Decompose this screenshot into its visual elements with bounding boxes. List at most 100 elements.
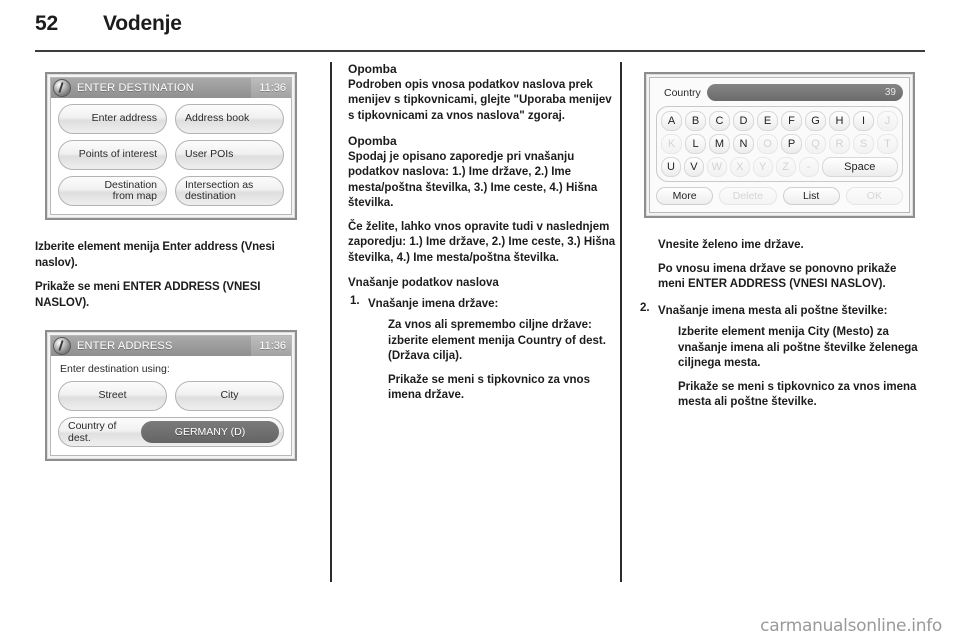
nav-button-row: Points of interest User POIs [58,140,284,170]
key-s: S [853,134,874,154]
keyboard-device-frame: Country 39 A B C D E F G H I J K L M N O… [644,72,915,218]
keyboard-input-label: Country [664,86,701,99]
key-k: K [661,134,682,154]
step-2-detail-2: Prikaže se meni s tipkovnico za vnos ime… [678,380,917,409]
key-t: T [877,134,898,154]
key-w: W [706,157,727,177]
header-rule [35,50,925,52]
field-label: Country of dest. [68,420,117,444]
keyboard-row-2: K L M N O P Q R S T [661,134,898,154]
column3-paragraph-1: Vnesite želeno ime države. [658,239,804,251]
key-i[interactable]: I [853,111,874,131]
list-item: 1. Vnašanje imena države: [348,294,620,313]
key-j: J [877,111,898,131]
menu-item-destination-from-map[interactable]: Destination from map [58,176,167,206]
column-two: Opomba Podroben opis vnosa podatkov nasl… [348,62,620,582]
key-u[interactable]: U [661,157,681,177]
column1-paragraph-1: Izberite element menija Enter address (V… [35,241,275,269]
device-body: Enter destination using: Street City Cou… [51,356,291,455]
content-columns: ENTER DESTINATION 11:36 Enter address Ad… [0,62,960,582]
note-2-body: Spodaj je opisano zaporedje pri vnašanju… [348,150,598,210]
keyboard-row-3: U V W X Y Z - Space [661,157,898,177]
menu-item-intersection-as-destination[interactable]: Intersection as destination [175,176,284,206]
note-2-body-alt: Če želite, lahko vnos opravite tudi v na… [348,220,616,264]
menu-item-points-of-interest[interactable]: Points of interest [58,140,167,170]
nav-button-row: Enter address Address book [58,104,284,134]
section-heading-address-entry: Vnašanje podatkov naslova [348,277,499,289]
key-b[interactable]: B [685,111,706,131]
nav-button-row: Street City [58,381,284,411]
keyboard-device-screen: Country 39 A B C D E F G H I J K L M N O… [649,77,910,213]
device-title: ENTER ADDRESS [77,340,173,352]
list-button[interactable]: List [782,187,840,205]
device-body: Enter address Address book Points of int… [51,98,291,214]
column-divider-2 [620,62,622,582]
more-button[interactable]: More [656,187,714,205]
nav-button-row: Destination from map Intersection as des… [58,176,284,206]
key-e[interactable]: E [757,111,778,131]
column3-paragraph-2: Po vnosu imena države se ponovno prikaže… [658,262,897,291]
note-1-body: Podroben opis vnosa podatkov naslova pre… [348,78,612,122]
page-header: 52 Vodenje [35,12,925,46]
nav-device-frame: ENTER ADDRESS 11:36 Enter destination us… [45,330,297,461]
address-entry-steps-cont: 2. Vnašanje imena mesta ali poštne števi… [638,301,925,320]
nav-device-screen: ENTER DESTINATION 11:36 Enter address Ad… [50,77,292,215]
key-q: Q [805,134,826,154]
figure-enter-destination: ENTER DESTINATION 11:36 Enter address Ad… [35,62,307,230]
note-2-title: Opomba [348,134,397,148]
info-icon [53,79,71,97]
key-space[interactable]: Space [821,157,898,177]
device-title: ENTER DESTINATION [77,82,194,94]
key-r: R [829,134,850,154]
key-c[interactable]: C [709,111,730,131]
step-2-detail-1: Izberite element menija City (Mesto) za … [678,326,918,369]
key-f[interactable]: F [781,111,802,131]
menu-item-enter-address[interactable]: Enter address [58,104,167,134]
list-item-label: Vnašanje imena mesta ali poštne številke… [658,304,888,317]
list-item-label: Vnašanje imena države: [368,297,499,310]
device-clock: 11:36 [251,78,291,98]
key-x: X [729,157,750,177]
field-country-of-destination[interactable]: Country of dest. GERMANY (D) [58,417,284,447]
list-item: 2. Vnašanje imena mesta ali poštne števi… [638,301,925,320]
info-icon [53,337,71,355]
key-g[interactable]: G [805,111,826,131]
nav-device-frame: ENTER DESTINATION 11:36 Enter address Ad… [45,72,297,220]
figure-country-keyboard: Country 39 A B C D E F G H I J K L M N O… [638,62,925,228]
delete-button: Delete [719,187,777,205]
figure-enter-address: ENTER ADDRESS 11:36 Enter destination us… [35,320,307,471]
device-titlebar: ENTER ADDRESS 11:36 [51,336,291,356]
list-item-number: 1. [350,294,360,307]
chapter-title: Vodenje [103,12,182,35]
key-l[interactable]: L [685,134,706,154]
key-o: O [757,134,778,154]
key-hyphen: - [798,157,819,177]
menu-item-address-book[interactable]: Address book [175,104,284,134]
manual-page: 52 Vodenje ENTER DESTINATION 11:36 Enter… [0,0,960,642]
list-item-number: 2. [640,301,650,314]
keyboard-input-field[interactable]: 39 [706,84,903,101]
keyboard-input-row: Country 39 [656,84,903,101]
key-m[interactable]: M [709,134,730,154]
menu-item-street[interactable]: Street [58,381,167,411]
key-a[interactable]: A [661,111,682,131]
key-p[interactable]: P [781,134,802,154]
page-number: 52 [35,12,58,35]
device-clock: 11:36 [251,336,291,356]
step-1-detail-1: Za vnos ali spremembo ciljne države: izb… [388,319,606,362]
nav-device-screen: ENTER ADDRESS 11:36 Enter destination us… [50,335,292,456]
device-titlebar: ENTER DESTINATION 11:36 [51,78,291,98]
key-h[interactable]: H [829,111,850,131]
enter-destination-prompt: Enter destination using: [60,363,170,375]
menu-item-city[interactable]: City [175,381,284,411]
watermark: carmanualsonline.info [760,616,942,636]
key-d[interactable]: D [733,111,754,131]
key-n[interactable]: N [733,134,754,154]
ok-button: OK [845,187,903,205]
keyboard-panel: A B C D E F G H I J K L M N O P Q R S T … [656,106,903,182]
step-1-detail-2: Prikaže se meni s tipkovnico za vnos ime… [388,373,590,402]
keyboard-row-1: A B C D E F G H I J [661,111,898,131]
keyboard-actions: More Delete List OK [656,187,903,205]
menu-item-user-pois[interactable]: User POIs [175,140,284,170]
key-v[interactable]: V [683,157,704,177]
